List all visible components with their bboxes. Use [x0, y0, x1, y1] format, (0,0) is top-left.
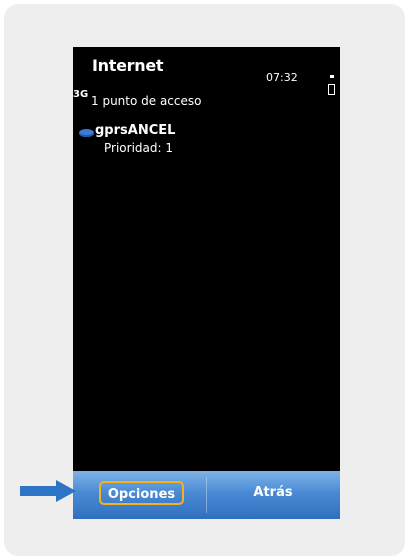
softkey-bar: Opciones Atrás	[73, 471, 340, 519]
status-clock: 07:32	[266, 71, 298, 84]
network-indicator: 3G	[73, 89, 89, 100]
tutorial-card: Internet 07:32 3G 1 punto de acceso gprs…	[4, 4, 405, 556]
page-title: Internet	[92, 56, 164, 75]
access-point-priority: Prioridad: 1	[104, 141, 173, 155]
access-point-count: 1 punto de acceso	[91, 94, 202, 108]
access-point-item[interactable]: gprsANCEL Prioridad: 1	[77, 123, 327, 163]
options-softkey[interactable]: Opciones	[99, 481, 184, 505]
connection-cloud-icon	[79, 129, 94, 137]
arrow-right-icon	[20, 480, 76, 502]
softkey-divider	[206, 477, 207, 513]
back-softkey[interactable]: Atrás	[233, 481, 313, 505]
access-point-name: gprsANCEL	[95, 123, 176, 138]
phone-screen: Internet 07:32 3G 1 punto de acceso gprs…	[73, 47, 340, 519]
battery-icon	[328, 75, 340, 97]
